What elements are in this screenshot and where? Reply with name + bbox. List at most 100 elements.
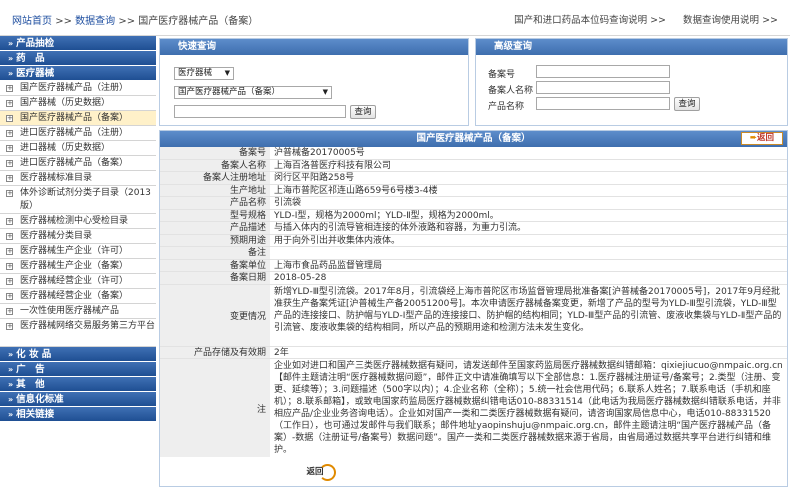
- expand-icon: +: [6, 189, 13, 197]
- sidebar-category-drugs[interactable]: » 药 品: [0, 51, 156, 66]
- footer-back-button[interactable]: 返回: [298, 464, 336, 481]
- field-value: 上海市食品药品监督管理局: [274, 260, 383, 271]
- breadcrumb-separator: >>: [55, 16, 72, 27]
- sidebar-item[interactable]: + 国产医疗器械产品（注册）: [0, 81, 156, 96]
- sidebar-item[interactable]: + 一次性使用医疗器械产品: [0, 304, 156, 319]
- chevron-right-icon: »: [8, 410, 14, 419]
- quick-query-panel: 快速查询 医疗器械 ▼ 国产医疗器械产品（备案） ▼ 查询: [159, 38, 469, 126]
- top-bar: 网站首页 >> 数据查询 >> 国产医疗器械产品（备案） 国产和进口药品本位码查…: [0, 0, 790, 36]
- field-label: 备注: [160, 247, 270, 259]
- detail-row: 型号规格 YLD-Ⅰ型，规格为2000ml；YLD-Ⅱ型，规格为2000ml。: [160, 209, 787, 222]
- top-links: 国产和进口药品本位码查询说明 >> 数据查询使用说明 >>: [500, 12, 778, 26]
- advanced-query-title: 高级查询: [476, 39, 787, 55]
- detail-row-storage: 产品存储及有效期 2年: [160, 346, 787, 359]
- drug-code-help-link[interactable]: 国产和进口药品本位码查询说明 >>: [514, 15, 666, 26]
- field-label: 产品存储及有效期: [160, 346, 270, 358]
- sidebar-item[interactable]: + 医疗器械标准目录: [0, 171, 156, 186]
- sidebar-item[interactable]: + 医疗器械生产企业（备案）: [0, 259, 156, 274]
- field-value: [270, 247, 787, 259]
- expand-icon: +: [6, 174, 13, 182]
- detail-row: 生产地址 上海市普陀区祁连山路659号6号楼3-4楼: [160, 184, 787, 197]
- field-value: 用于向外引出并收集体内液体。: [274, 235, 401, 246]
- sidebar-item[interactable]: + 医疗器械网络交易服务第三方平台: [0, 319, 156, 347]
- sidebar-item[interactable]: + 国产器械（历史数据）: [0, 96, 156, 111]
- sidebar-category-it-standards[interactable]: » 信息化标准: [0, 392, 156, 407]
- field-label: 备案号: [160, 147, 270, 159]
- sidebar-category-other[interactable]: » 其 他: [0, 377, 156, 392]
- detail-header: 国产医疗器械产品（备案） ➨返回: [160, 131, 787, 147]
- chevron-right-icon: »: [8, 395, 14, 404]
- sidebar-category-sampling[interactable]: » 产品抽检: [0, 36, 156, 51]
- filing-number-input[interactable]: [536, 65, 670, 78]
- expand-icon: +: [6, 292, 13, 300]
- field-value: 闵行区平阳路258号: [274, 173, 355, 183]
- field-label: 预期用途: [160, 234, 270, 246]
- detail-row: 备案日期 2018-05-28: [160, 272, 787, 285]
- quick-search-input[interactable]: [174, 105, 346, 118]
- expand-icon: +: [6, 262, 13, 270]
- field-label: 备案人注册地址: [160, 172, 270, 184]
- expand-icon: +: [6, 84, 13, 92]
- filing-number-label: 备案号: [488, 70, 516, 80]
- return-icon: [319, 464, 336, 481]
- database-select[interactable]: 国产医疗器械产品（备案） ▼: [174, 86, 332, 99]
- detail-row: 产品名称 引流袋: [160, 197, 787, 210]
- field-value: YLD-Ⅰ型，规格为2000ml；YLD-Ⅱ型，规格为2000ml。: [274, 210, 499, 221]
- sidebar-item[interactable]: + 医疗器械经营企业（许可）: [0, 274, 156, 289]
- field-label: 变更情况: [160, 284, 270, 346]
- detail-row-note: 注 企业如对进口和国产三类医疗器械数据有疑问，请发送邮件至国家药监局医疗器械数据…: [160, 359, 787, 457]
- quick-search-button[interactable]: 查询: [350, 105, 376, 119]
- sidebar-item[interactable]: + 进口医疗器械产品（备案）: [0, 156, 156, 171]
- detail-row: 产品描述 与插入体内的引流导管相连接的体外液路和容器，为重力引流。: [160, 222, 787, 235]
- breadcrumb-current: 国产医疗器械产品（备案）: [138, 16, 259, 27]
- category-select[interactable]: 医疗器械 ▼: [174, 67, 234, 80]
- field-value: 上海百洛普医疗科技有限公司: [274, 160, 392, 171]
- quick-query-title: 快速查询: [160, 39, 468, 55]
- sidebar-item[interactable]: + 体外诊断试剂分类子目录（2013版）: [0, 186, 156, 214]
- chevron-right-icon: »: [8, 365, 14, 374]
- sidebar-item[interactable]: + 医疗器械分类目录: [0, 229, 156, 244]
- breadcrumb-query-link[interactable]: 数据查询: [75, 16, 115, 27]
- query-help-link[interactable]: 数据查询使用说明 >>: [683, 15, 778, 26]
- field-value: 与插入体内的引流导管相连接的体外液路和容器，为重力引流。: [274, 223, 527, 233]
- sidebar-category-links[interactable]: » 相关链接: [0, 407, 156, 422]
- field-label: 备案人名称: [160, 159, 270, 171]
- product-name-input[interactable]: [536, 97, 670, 110]
- expand-icon: +: [6, 129, 13, 137]
- field-value: 企业如对进口和国产三类医疗器械数据有疑问，请发送邮件至国家药监局医疗器械数据纠错…: [274, 361, 783, 455]
- expand-icon: +: [6, 322, 13, 330]
- field-label: 产品名称: [160, 197, 270, 209]
- advanced-search-button[interactable]: 查询: [674, 97, 700, 111]
- breadcrumb: 网站首页 >> 数据查询 >> 国产医疗器械产品（备案）: [12, 12, 258, 27]
- sidebar-item[interactable]: + 进口医疗器械产品（注册）: [0, 126, 156, 141]
- breadcrumb-separator: >>: [118, 16, 136, 27]
- detail-row: 备案人名称 上海百洛普医疗科技有限公司: [160, 159, 787, 172]
- sidebar-item[interactable]: + 医疗器械检测中心受检目录: [0, 214, 156, 229]
- field-label: 产品描述: [160, 222, 270, 234]
- arrow-right-icon: ➨: [749, 133, 758, 143]
- sidebar: » 产品抽检 » 药 品 » 医疗器械 + 国产医疗器械产品（注册） + 国产器械（历史数…: [0, 36, 156, 489]
- expand-icon: +: [6, 217, 13, 225]
- sidebar-category-devices[interactable]: » 医疗器械: [0, 66, 156, 81]
- field-label: 注: [160, 359, 270, 457]
- breadcrumb-home-link[interactable]: 网站首页: [12, 16, 52, 27]
- expand-icon: +: [6, 277, 13, 285]
- sidebar-item[interactable]: + 进口器械（历史数据）: [0, 141, 156, 156]
- chevron-right-icon: »: [8, 380, 14, 389]
- detail-row: 备注: [160, 247, 787, 260]
- back-button[interactable]: ➨返回: [741, 132, 783, 145]
- sidebar-category-ads[interactable]: » 广 告: [0, 362, 156, 377]
- field-value: 引流袋: [274, 198, 302, 208]
- sidebar-item[interactable]: + 医疗器械经营企业（备案）: [0, 289, 156, 304]
- sidebar-category-cosmetics[interactable]: » 化 妆 品: [0, 347, 156, 362]
- product-name-label: 产品名称: [488, 102, 525, 112]
- expand-icon: +: [6, 144, 13, 152]
- expand-icon: +: [6, 99, 13, 107]
- expand-icon: +: [6, 307, 13, 315]
- detail-row: 备案人注册地址 闵行区平阳路258号: [160, 172, 787, 185]
- sidebar-item[interactable]: + 医疗器械生产企业（许可）: [0, 244, 156, 259]
- filer-name-input[interactable]: [536, 81, 670, 94]
- detail-panel: 国产医疗器械产品（备案） ➨返回 备案号 沪普械备20170005号 备案人名称上…: [159, 130, 788, 487]
- sidebar-item-active[interactable]: + 国产医疗器械产品（备案）: [0, 111, 156, 126]
- expand-icon: +: [6, 114, 13, 122]
